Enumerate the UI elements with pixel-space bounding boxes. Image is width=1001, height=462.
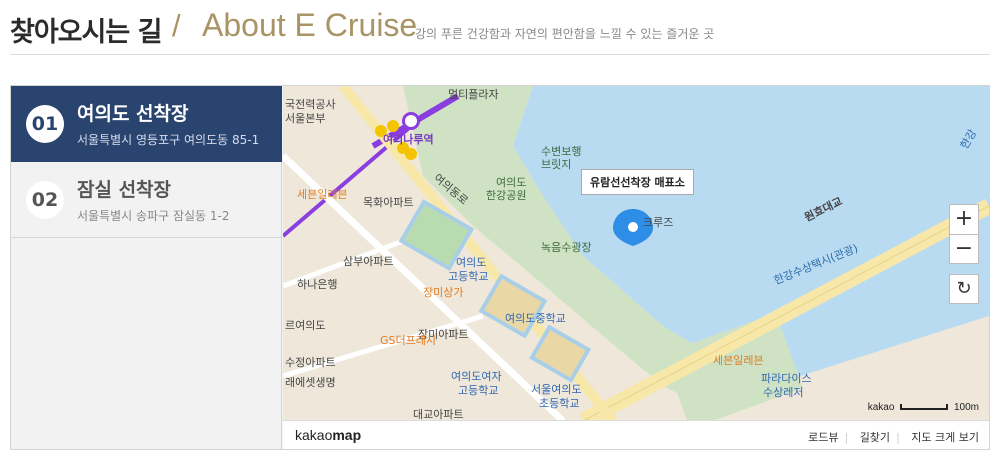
map-label-kepco2: 서울본부 [285,112,326,125]
scale-bar-icon [900,404,949,411]
map-label-sujeong: 수정아파트 [285,356,336,369]
map-label-station: 여의나루역 [383,133,434,146]
page-header: 찾아오시는 길 / About E Cruise 강의 푸른 건강함과 자연의 … [10,0,990,55]
map-scale: kakao 100m [868,402,979,413]
location-number: 02 [26,181,64,219]
map-label-sambu: 삼부아파트 [343,255,394,268]
map-label-multiplaza: 멀티플라자 [448,88,499,101]
map-footer: kakaomap 로드뷰 | 길찾기 | 지도 크게 보기 [283,420,989,449]
map-label-hana: 하나은행 [297,278,338,291]
map-label-park2: 한강공원 [486,189,527,202]
map-label-paradise2: 수상레저 [763,386,804,399]
location-list: 01 여의도 선착장 서울특별시 영등포구 여의도동 85-1 02 잠실 선착… [11,86,282,449]
map-footer-links: 로드뷰 | 길찾기 | 지도 크게 보기 [800,429,979,445]
location-address: 서울특별시 송파구 잠실동 1-2 [77,209,230,223]
page-title: 찾아오시는 길 [10,17,162,48]
map-label-mokhwa: 목화아파트 [363,196,414,209]
title-separator: / [172,8,181,43]
map-label-reyeouido: 르여의도 [285,319,326,332]
page-title-english: About E Cruise [202,7,418,43]
link-divider: | [896,431,900,444]
brand-light: kakao [295,427,333,443]
directions-panel: 01 여의도 선착장 서울특별시 영등포구 여의도동 85-1 02 잠실 선착… [10,85,990,450]
scale-distance: 100m [953,402,979,413]
map-label-mirae: 래에셋생명 [285,376,336,389]
location-name: 잠실 선착장 [77,179,172,201]
map-label-gs: GS더프레시 [380,334,436,347]
location-number: 01 [26,105,64,143]
location-item-jamsil[interactable]: 02 잠실 선착장 서울특별시 송파구 잠실동 1-2 [11,162,282,238]
map-label-seven-eleven-2: 세븐일레븐 [713,354,764,367]
directions-link[interactable]: 길찾기 [860,431,890,444]
map-label-cruise: 크루즈 [643,216,674,229]
location-item-yeouido[interactable]: 01 여의도 선착장 서울특별시 영등포구 여의도동 85-1 [11,86,282,162]
map-label-jangmi-sangga: 장미상가 [423,286,464,299]
brand-bold: map [332,427,362,443]
link-divider: | [844,431,849,444]
kakao-map[interactable]: 멀티플라자 국전력공사 서울본부 여의나루역 수변보행 브릿지 여의도 한강공원… [283,86,989,449]
map-tooltip[interactable]: 유람선선착장 매표소 [581,169,694,195]
scale-brand: kakao [867,402,895,413]
map-label-yes2: 초등학교 [539,397,580,410]
refresh-button[interactable]: ↻ [949,274,979,304]
location-name: 여의도 선착장 [77,103,189,125]
map-label-ygs2: 고등학교 [458,384,499,397]
map-label-seven-eleven: 세븐일레븐 [297,188,348,201]
map-label-yms: 여의도중학교 [505,312,566,325]
page-subtitle: 강의 푸른 건강함과 자연의 편안함을 느낄 수 있는 즐거운 곳 [415,27,715,41]
roadview-link[interactable]: 로드뷰 [808,431,838,444]
enlarge-map-link[interactable]: 지도 크게 보기 [911,431,979,444]
map-label-green-square: 녹음수광장 [541,241,592,254]
map-label-yhs2: 고등학교 [448,270,489,283]
zoom-out-button[interactable]: − [949,234,979,264]
map-label-bridge: 브릿지 [541,158,572,171]
kakaomap-logo: kakaomap [295,427,361,443]
zoom-in-button[interactable]: + [949,204,979,234]
location-address: 서울특별시 영등포구 여의도동 85-1 [77,133,260,147]
